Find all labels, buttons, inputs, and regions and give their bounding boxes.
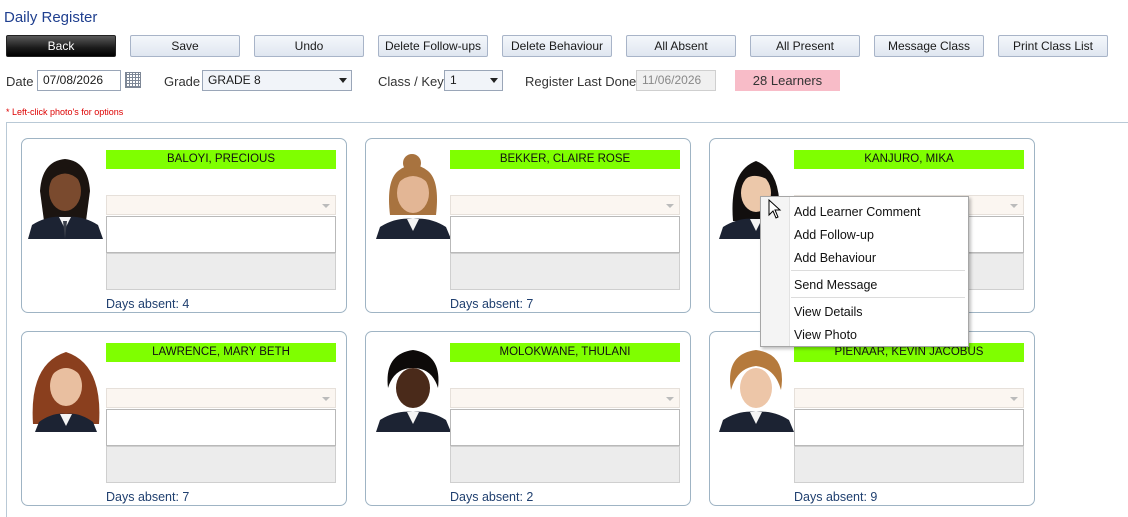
attendance-dropdown[interactable] — [106, 195, 336, 215]
notes-box — [106, 446, 336, 483]
menu-item-view-photo[interactable]: View Photo — [794, 328, 857, 342]
learner-name: LAWRENCE, MARY BETH — [106, 343, 336, 362]
chevron-down-icon — [666, 204, 674, 208]
learner-photo[interactable] — [719, 344, 794, 432]
days-absent: Days absent: 2 — [450, 490, 534, 504]
comment-textbox[interactable] — [106, 409, 336, 446]
learner-name: BEKKER, CLAIRE ROSE — [450, 150, 680, 169]
class-key-value: 1 — [450, 73, 457, 87]
photo-options-hint: * Left-click photo's for options — [6, 107, 124, 117]
days-absent: Days absent: 7 — [106, 490, 190, 504]
learner-photo[interactable] — [376, 151, 451, 239]
chevron-down-icon — [322, 397, 330, 401]
chevron-down-icon — [1010, 397, 1018, 401]
grade-value: GRADE 8 — [208, 73, 261, 87]
learner-card: LAWRENCE, MARY BETH Days absent: 7 — [21, 331, 347, 506]
date-input[interactable]: 07/08/2026 — [37, 70, 121, 91]
photo-context-menu: Add Learner Comment Add Follow-up Add Be… — [760, 196, 969, 347]
comment-textbox[interactable] — [450, 409, 680, 446]
date-label: Date — [6, 74, 34, 89]
menu-item-view-details[interactable]: View Details — [794, 305, 863, 319]
days-absent: Days absent: 7 — [450, 297, 534, 311]
learner-card: BALOYI, PRECIOUS Days absent: 4 — [21, 138, 347, 313]
register-last-done-label: Register Last Done — [525, 74, 637, 89]
menu-item-add-behaviour[interactable]: Add Behaviour — [794, 251, 876, 265]
learners-count-badge: 28 Learners — [735, 70, 840, 91]
learner-name: MOLOKWANE, THULANI — [450, 343, 680, 362]
mouse-pointer-icon — [768, 199, 782, 219]
notes-box — [450, 446, 680, 483]
save-button[interactable]: Save — [130, 35, 240, 57]
page-title: Daily Register — [4, 9, 98, 26]
undo-button[interactable]: Undo — [254, 35, 364, 57]
comment-textbox[interactable] — [450, 216, 680, 253]
attendance-dropdown[interactable] — [106, 388, 336, 408]
back-button[interactable]: Back — [6, 35, 116, 57]
chevron-down-icon — [490, 78, 498, 83]
learner-photo[interactable] — [28, 151, 103, 239]
comment-textbox[interactable] — [794, 409, 1024, 446]
calendar-icon[interactable] — [125, 72, 141, 88]
menu-gutter — [761, 197, 790, 346]
chevron-down-icon — [322, 204, 330, 208]
print-class-list-button[interactable]: Print Class List — [998, 35, 1108, 57]
menu-item-send-message[interactable]: Send Message — [794, 278, 877, 292]
chevron-down-icon — [666, 397, 674, 401]
class-key-select[interactable]: 1 — [444, 70, 503, 91]
comment-textbox[interactable] — [106, 216, 336, 253]
days-absent: Days absent: 9 — [794, 490, 878, 504]
delete-behaviour-button[interactable]: Delete Behaviour — [502, 35, 612, 57]
class-key-label: Class / Key — [378, 74, 444, 89]
learner-card: BEKKER, CLAIRE ROSE Days absent: 7 — [365, 138, 691, 313]
message-class-button[interactable]: Message Class — [874, 35, 984, 57]
learner-photo[interactable] — [29, 344, 104, 432]
grade-select[interactable]: GRADE 8 — [202, 70, 352, 91]
delete-followups-button[interactable]: Delete Follow-ups — [378, 35, 488, 57]
notes-box — [794, 446, 1024, 483]
all-absent-button[interactable]: All Absent — [626, 35, 736, 57]
attendance-dropdown[interactable] — [450, 388, 680, 408]
chevron-down-icon — [339, 78, 347, 83]
learner-card: MOLOKWANE, THULANI Days absent: 2 — [365, 331, 691, 506]
learner-card: PIENAAR, KEVIN JACOBUS Days absent: 9 — [709, 331, 1035, 506]
attendance-dropdown[interactable] — [450, 195, 680, 215]
notes-box — [450, 253, 680, 290]
notes-box — [106, 253, 336, 290]
menu-separator — [791, 270, 965, 271]
menu-separator — [791, 297, 965, 298]
menu-item-add-learner-comment[interactable]: Add Learner Comment — [794, 205, 920, 219]
chevron-down-icon — [1010, 204, 1018, 208]
days-absent: Days absent: 4 — [106, 297, 190, 311]
learner-name: BALOYI, PRECIOUS — [106, 150, 336, 169]
register-last-done-field: 11/06/2026 — [636, 70, 716, 91]
learner-photo[interactable] — [376, 344, 451, 432]
menu-item-add-follow-up[interactable]: Add Follow-up — [794, 228, 874, 242]
learner-name: KANJURO, MIKA — [794, 150, 1024, 169]
grade-label: Grade — [164, 74, 201, 89]
attendance-dropdown[interactable] — [794, 388, 1024, 408]
all-present-button[interactable]: All Present — [750, 35, 860, 57]
